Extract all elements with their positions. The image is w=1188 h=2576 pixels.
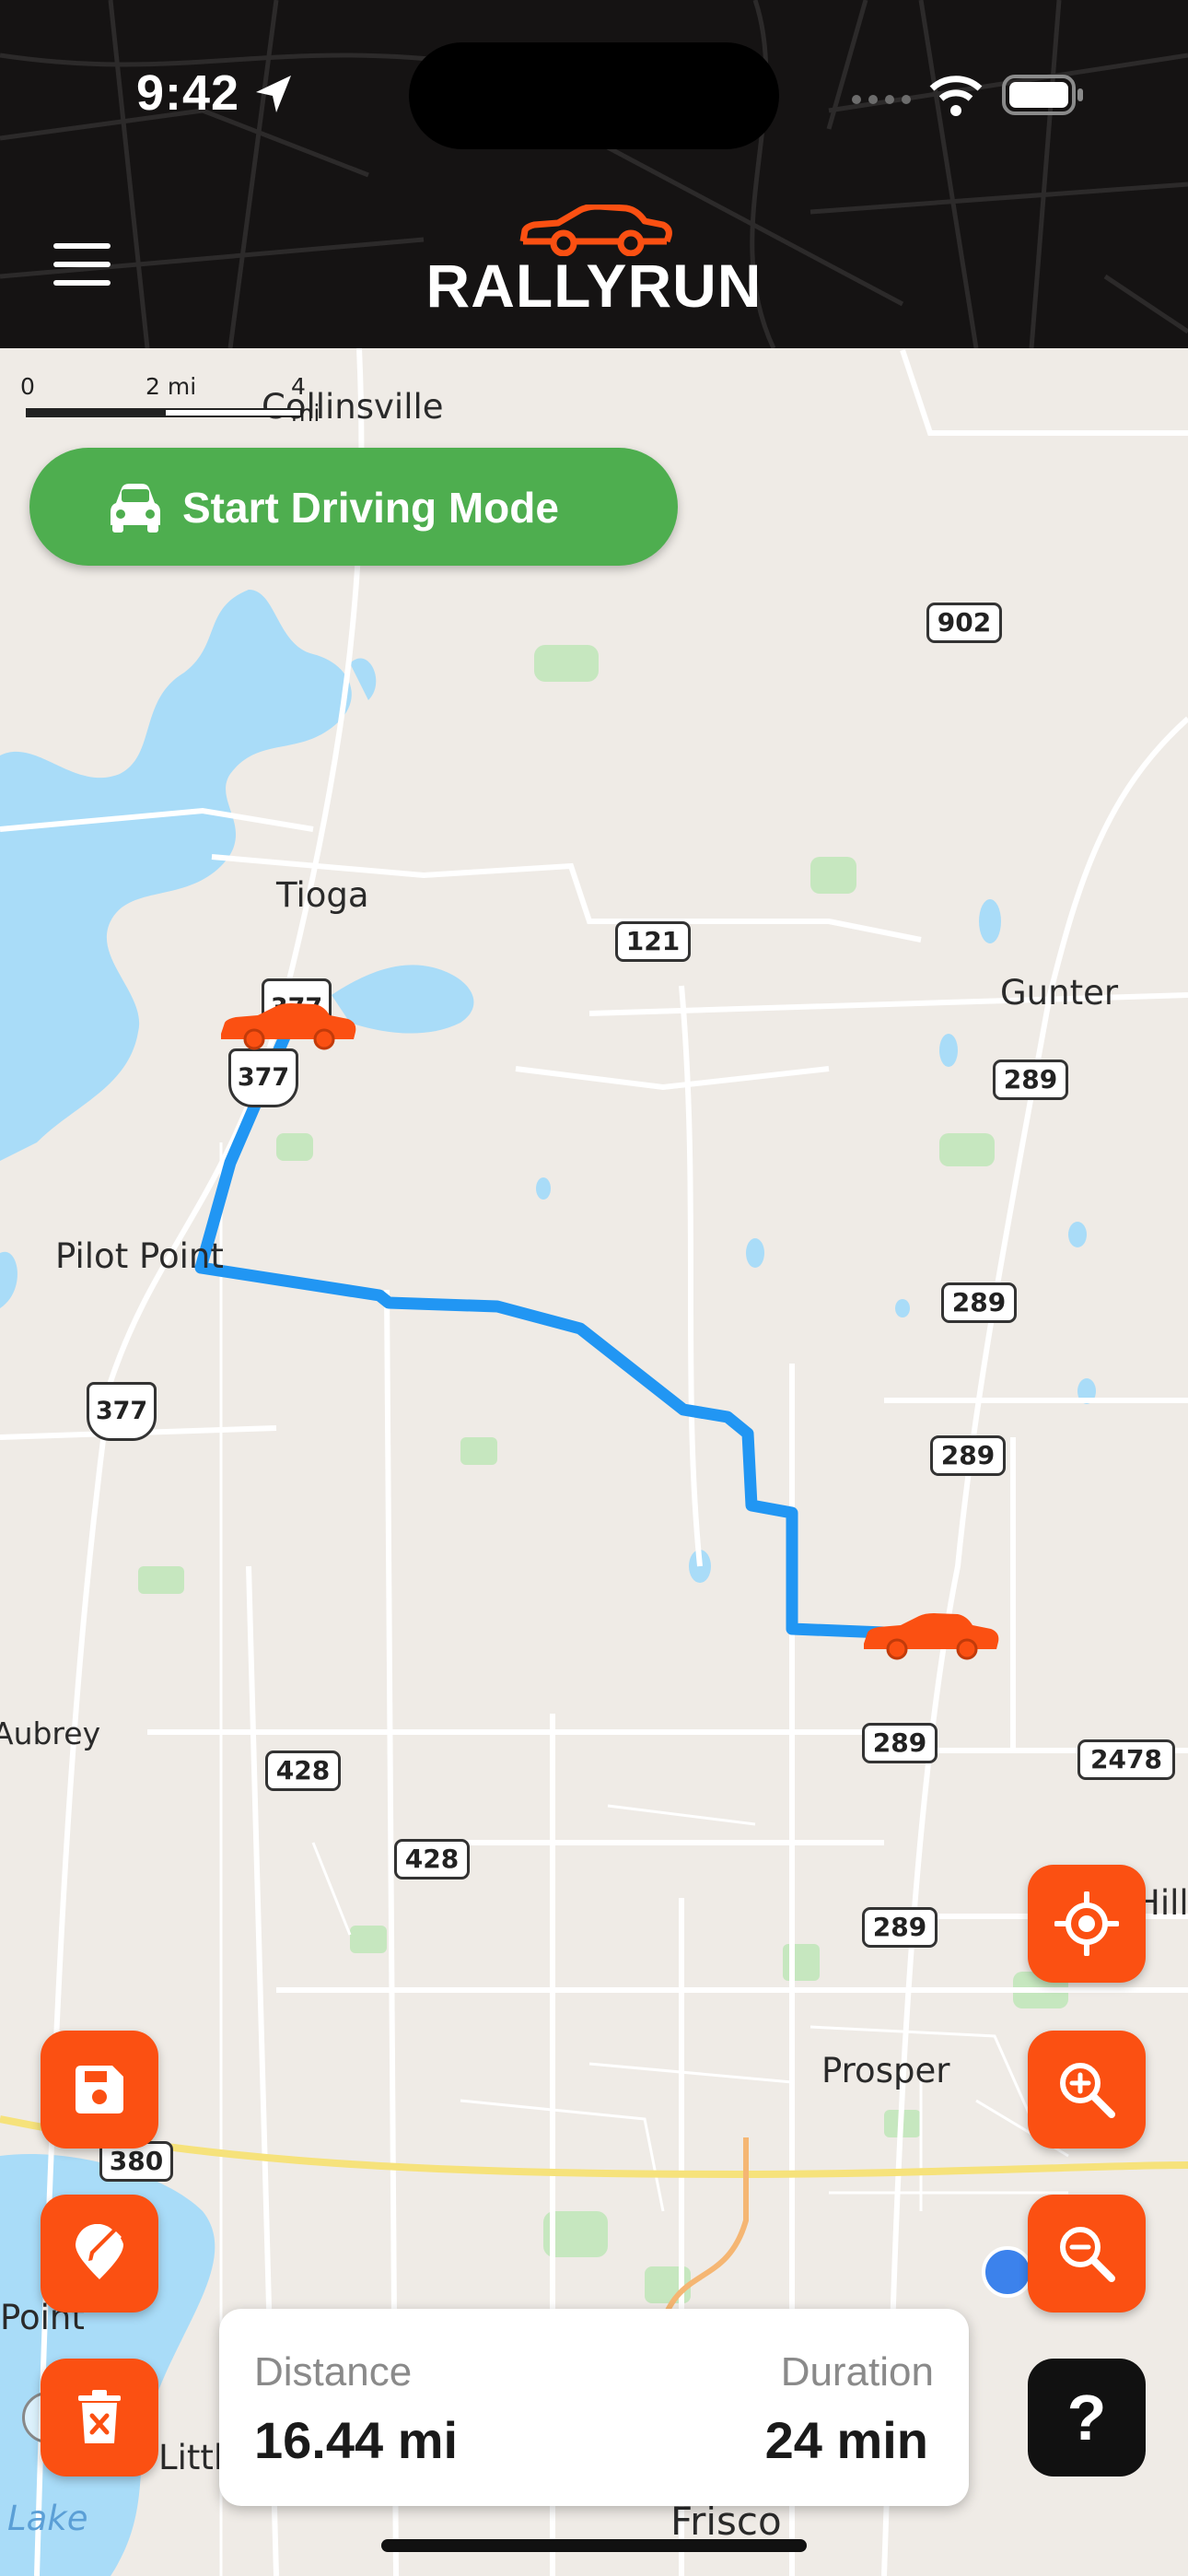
scale-bar: 0 2 mi 4 mi: [20, 373, 320, 427]
battery-icon: [1002, 75, 1083, 115]
dynamic-island: [409, 42, 779, 149]
edit-pin-icon: [76, 2224, 123, 2279]
save-icon: [76, 2066, 123, 2113]
water-label: Lake: [7, 2499, 88, 2538]
zoom-in-icon: [1060, 2063, 1115, 2118]
zoom-in-button[interactable]: [1028, 2031, 1146, 2149]
car-icon: [111, 484, 160, 533]
app-root: 9:42 RALLYRUN Collinsville Tioga Gunter …: [0, 0, 1188, 2576]
scale-tick: 4 mi: [291, 373, 320, 427]
route-line: [194, 1020, 937, 1639]
place-label: Pilot Point: [55, 1236, 224, 1276]
highway-shield: 428: [265, 1751, 341, 1791]
highway-shield: 121: [615, 921, 691, 962]
highway-380-road: [0, 2115, 1188, 2179]
scale-tick: 2 mi: [146, 373, 197, 400]
logo-text: RALLYRUN: [425, 252, 763, 320]
us-route-shield: 377: [87, 1382, 157, 1441]
highway-shield: 289: [930, 1435, 1006, 1476]
distance-label: Distance: [254, 2349, 413, 2395]
highway-shield: 289: [862, 1907, 938, 1948]
duration-label: Duration: [780, 2349, 934, 2395]
us-route-shield: 377: [228, 1048, 298, 1107]
highway-shield: 289: [862, 1723, 938, 1763]
save-route-button[interactable]: [41, 2031, 158, 2149]
zoom-out-button[interactable]: [1028, 2195, 1146, 2313]
locate-me-button[interactable]: [1028, 1865, 1146, 1983]
start-driving-mode-button[interactable]: Start Driving Mode: [29, 448, 678, 566]
start-car-marker[interactable]: [217, 1002, 359, 1050]
map-canvas[interactable]: [0, 348, 1188, 2576]
scale-bar-track: [26, 408, 302, 417]
place-label: Tioga: [276, 875, 369, 915]
help-button[interactable]: ?: [1028, 2359, 1146, 2476]
trash-icon: [78, 2390, 121, 2443]
end-car-marker[interactable]: [860, 1612, 1002, 1660]
current-location-dot: [982, 2246, 1033, 2298]
highway-shield: 289: [993, 1060, 1068, 1100]
duration-value: 24 min: [764, 2411, 928, 2469]
home-indicator[interactable]: [381, 2539, 807, 2552]
highway-shield: 2478: [1077, 1739, 1175, 1780]
highway-shield: 902: [926, 603, 1002, 643]
map-view[interactable]: Collinsville Tioga Gunter Pilot Point Au…: [0, 348, 1188, 2576]
start-driving-mode-label: Start Driving Mode: [182, 484, 559, 532]
app-header: 9:42 RALLYRUN: [0, 0, 1188, 348]
zoom-out-icon: [1060, 2227, 1115, 2282]
logo-car-icon: [519, 205, 672, 256]
locate-icon: [1054, 1891, 1119, 1956]
delete-route-button[interactable]: [41, 2359, 158, 2476]
location-arrow-icon: [256, 76, 291, 112]
distance-value: 16.44 mi: [254, 2411, 459, 2469]
trip-info-card: Distance 16.44 mi Duration 24 min: [219, 2309, 969, 2506]
place-label: Gunter: [1000, 973, 1119, 1013]
wifi-icon: [929, 76, 983, 116]
signal-dots-icon: [852, 95, 911, 104]
scale-tick: 0: [20, 373, 35, 400]
highway-shield: 428: [394, 1839, 470, 1879]
place-label: Aubrey: [0, 1715, 101, 1751]
status-time: 9:42: [136, 65, 240, 121]
place-label: Prosper: [821, 2051, 950, 2090]
highway-shield: 289: [941, 1282, 1017, 1323]
highway-connector: [660, 2137, 749, 2323]
edit-waypoint-button[interactable]: [41, 2195, 158, 2313]
